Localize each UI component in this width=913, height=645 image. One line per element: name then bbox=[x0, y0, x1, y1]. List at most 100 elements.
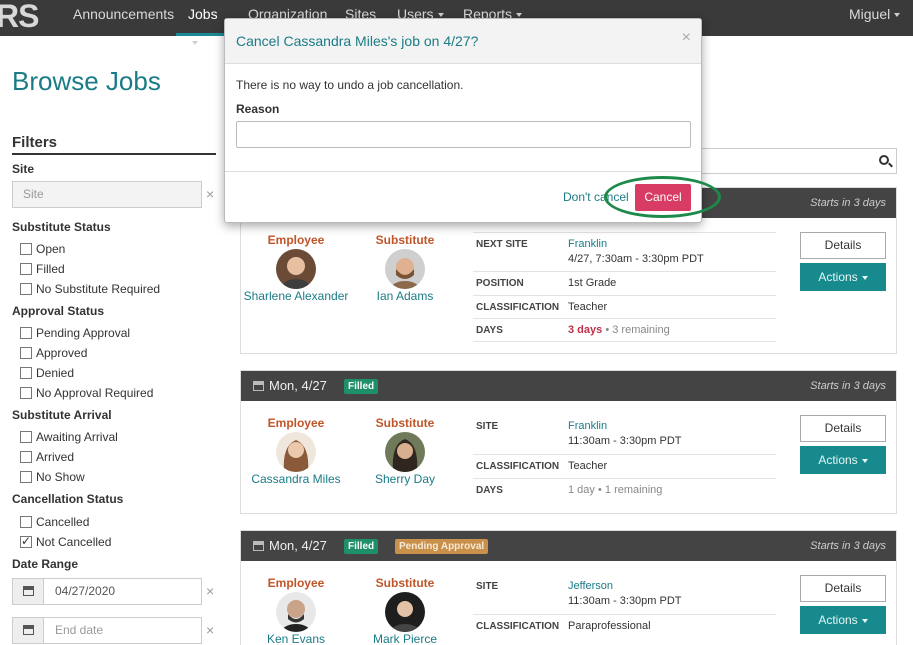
detail-row-next-site: NEXT SITE Franklin 4/27, 7:30am - 3:30pm … bbox=[473, 232, 776, 270]
checkbox[interactable] bbox=[20, 367, 32, 379]
job-date: Mon, 4/27 bbox=[269, 538, 327, 553]
filter-filled[interactable]: Filled bbox=[20, 262, 65, 276]
calendar-icon bbox=[23, 586, 34, 596]
checkbox-label: Open bbox=[36, 242, 66, 256]
checkbox[interactable] bbox=[20, 387, 32, 399]
close-icon[interactable]: × bbox=[682, 29, 691, 47]
detail-label: DAYS bbox=[476, 485, 503, 496]
schedule-time: 11:30am - 3:30pm PDT bbox=[568, 595, 682, 607]
filter-pending-approval[interactable]: Pending Approval bbox=[20, 326, 130, 340]
filter-cancelled[interactable]: Cancelled bbox=[20, 515, 89, 529]
detail-label: NEXT SITE bbox=[476, 239, 528, 250]
detail-row-days: DAYS 3 days • 3 remaining bbox=[473, 318, 776, 342]
employee-avatar[interactable] bbox=[276, 592, 316, 632]
site-filter-input[interactable]: Site bbox=[12, 181, 202, 208]
approval-status-label: Approval Status bbox=[12, 304, 105, 318]
substitute-avatar[interactable] bbox=[385, 592, 425, 632]
checkbox[interactable] bbox=[20, 243, 32, 255]
substitute-name-link[interactable]: Mark Pierce bbox=[350, 631, 460, 645]
detail-value: Teacher bbox=[568, 460, 608, 472]
clear-end-date-icon[interactable]: × bbox=[206, 622, 214, 638]
page-title: Browse Jobs bbox=[12, 66, 161, 96]
checkbox[interactable] bbox=[20, 516, 32, 528]
days-count: 1 day bbox=[568, 484, 595, 496]
clear-site-icon[interactable]: × bbox=[206, 186, 214, 202]
site-link[interactable]: Franklin bbox=[568, 238, 607, 250]
job-card-header: Mon, 4/27 Filled Pending Approval Starts… bbox=[241, 531, 896, 561]
actions-button[interactable]: Actions bbox=[800, 446, 886, 474]
site-link[interactable]: Franklin bbox=[568, 420, 607, 432]
reason-input[interactable] bbox=[236, 121, 691, 148]
dialog-header: Cancel Cassandra Miles's job on 4/27? × bbox=[225, 19, 701, 64]
nav-announcements[interactable]: Announcements bbox=[73, 0, 174, 36]
checkbox[interactable] bbox=[20, 263, 32, 275]
substitute-arrival-label: Substitute Arrival bbox=[12, 408, 112, 422]
detail-label: SITE bbox=[476, 421, 499, 432]
employee-avatar[interactable] bbox=[276, 432, 316, 472]
checkbox[interactable] bbox=[20, 283, 32, 295]
filters-heading: Filters bbox=[12, 134, 216, 155]
employee-name-link[interactable]: Ken Evans bbox=[241, 631, 351, 645]
filter-arrived[interactable]: Arrived bbox=[20, 450, 74, 464]
nav-announcements-label: Announcements bbox=[73, 6, 175, 22]
checkbox[interactable] bbox=[20, 471, 32, 483]
details-button[interactable]: Details bbox=[800, 415, 886, 442]
checkbox-checked[interactable] bbox=[20, 534, 32, 548]
filter-open[interactable]: Open bbox=[20, 242, 65, 256]
cancellation-warning: There is no way to undo a job cancellati… bbox=[236, 78, 464, 92]
filter-no-show[interactable]: No Show bbox=[20, 470, 85, 484]
app-logo[interactable]: RS bbox=[0, 0, 39, 36]
checkbox[interactable] bbox=[20, 431, 32, 443]
employee-label: Employee bbox=[267, 416, 325, 430]
details-button[interactable]: Details bbox=[800, 232, 886, 259]
site-link[interactable]: Jefferson bbox=[568, 580, 613, 592]
site-filter-label: Site bbox=[12, 162, 35, 176]
actions-label: Actions bbox=[818, 613, 858, 627]
substitute-avatar[interactable] bbox=[385, 249, 425, 289]
detail-row-site: SITE Franklin 11:30am - 3:30pm PDT bbox=[473, 415, 776, 453]
checkbox[interactable] bbox=[20, 327, 32, 339]
employee-name-link[interactable]: Cassandra Miles bbox=[241, 471, 351, 487]
substitute-label: Substitute bbox=[375, 576, 435, 590]
checkbox-label: No Approval Required bbox=[36, 386, 154, 400]
checkbox[interactable] bbox=[20, 451, 32, 463]
detail-value: Teacher bbox=[568, 301, 608, 313]
user-name: Miguel bbox=[849, 6, 891, 22]
employee-avatar[interactable] bbox=[276, 249, 316, 289]
user-menu[interactable]: Miguel bbox=[849, 0, 901, 36]
details-button[interactable]: Details bbox=[800, 575, 886, 602]
search-input[interactable] bbox=[690, 148, 897, 174]
checkbox-label: Not Cancelled bbox=[36, 535, 112, 549]
calendar-button[interactable] bbox=[13, 618, 44, 643]
checkbox-label: Filled bbox=[36, 262, 65, 276]
filter-approved[interactable]: Approved bbox=[20, 346, 87, 360]
chevron-down-icon bbox=[861, 458, 868, 463]
detail-label: POSITION bbox=[476, 278, 524, 289]
search-icon[interactable] bbox=[879, 155, 889, 165]
clear-start-date-icon[interactable]: × bbox=[206, 583, 214, 599]
actions-button[interactable]: Actions bbox=[800, 263, 886, 291]
nav-jobs[interactable]: Jobs bbox=[176, 0, 224, 46]
checkbox-label: No Substitute Required bbox=[36, 282, 161, 296]
cancellation-status-label: Cancellation Status bbox=[12, 492, 124, 506]
filter-no-approval-required[interactable]: No Approval Required bbox=[20, 386, 153, 400]
checkbox[interactable] bbox=[20, 347, 32, 359]
start-date-input[interactable]: 04/27/2020 bbox=[12, 578, 202, 605]
substitute-label: Substitute bbox=[375, 233, 435, 247]
detail-label: CLASSIFICATION bbox=[476, 621, 560, 632]
filter-awaiting-arrival[interactable]: Awaiting Arrival bbox=[20, 430, 118, 444]
filter-not-cancelled[interactable]: Not Cancelled bbox=[20, 534, 112, 549]
filter-no-substitute-required[interactable]: No Substitute Required bbox=[20, 282, 160, 296]
calendar-button[interactable] bbox=[13, 579, 44, 604]
end-date-input[interactable]: End date bbox=[12, 617, 202, 644]
checkbox-label: Approved bbox=[36, 346, 88, 360]
substitute-avatar[interactable] bbox=[385, 432, 425, 472]
substitute-name-link[interactable]: Sherry Day bbox=[350, 471, 460, 487]
starts-in-label: Starts in 3 days bbox=[810, 380, 886, 392]
actions-button[interactable]: Actions bbox=[800, 606, 886, 634]
substitute-name-link[interactable]: Ian Adams bbox=[350, 288, 460, 304]
employee-name-link[interactable]: Sharlene Alexander bbox=[241, 288, 351, 304]
filter-denied[interactable]: Denied bbox=[20, 366, 74, 380]
checkbox-label: No Show bbox=[36, 470, 85, 484]
checkbox-label: Arrived bbox=[36, 450, 75, 464]
